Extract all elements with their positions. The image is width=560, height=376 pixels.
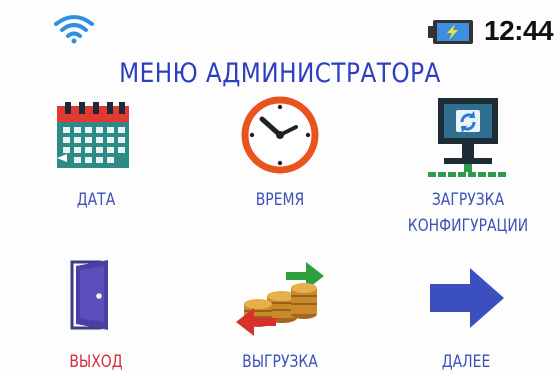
arrow-right-icon (430, 268, 504, 328)
time-button[interactable]: ВРЕМЯ (214, 96, 346, 218)
exit-button[interactable]: ВЫХОД (30, 258, 162, 376)
clock-time: 12:44 (484, 15, 554, 46)
clock-icon (241, 96, 319, 174)
config-label-line1: ЗАГРУЗКА (431, 190, 505, 210)
computer-sync-icon (428, 98, 506, 177)
calendar-icon (57, 102, 129, 168)
config-load-button[interactable]: ЗАГРУЗКА КОНФИГУРАЦИИ (380, 96, 560, 242)
door-icon (70, 260, 108, 330)
coins-transfer-icon (236, 262, 324, 336)
config-label-line2: КОНФИГУРАЦИИ (407, 216, 529, 236)
date-button[interactable]: ДАТА (30, 98, 162, 218)
next-button[interactable]: ДАЛЕЕ (400, 266, 532, 376)
status-bar: 12:44 (0, 0, 560, 58)
date-label: ДАТА (76, 190, 116, 210)
next-label: ДАЛЕЕ (441, 352, 491, 372)
exit-label: ВЫХОД (69, 352, 123, 372)
battery-charging-icon (428, 20, 473, 44)
wifi-icon (54, 15, 94, 44)
page-title: МЕНЮ АДМИНИСТРАТОРА (119, 58, 441, 89)
export-button[interactable]: ВЫГРУЗКА (214, 256, 346, 376)
export-label: ВЫГРУЗКА (242, 352, 318, 372)
time-label: ВРЕМЯ (255, 190, 305, 210)
